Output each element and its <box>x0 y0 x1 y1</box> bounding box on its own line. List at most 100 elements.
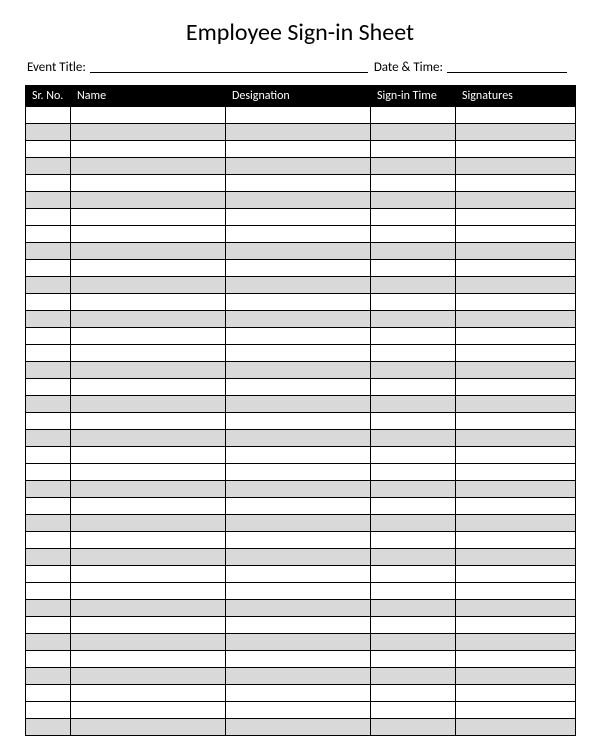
table-cell[interactable] <box>456 192 576 209</box>
table-cell[interactable] <box>371 702 456 719</box>
table-cell[interactable] <box>26 651 71 668</box>
table-cell[interactable] <box>456 651 576 668</box>
table-cell[interactable] <box>26 277 71 294</box>
table-cell[interactable] <box>456 209 576 226</box>
table-cell[interactable] <box>226 294 371 311</box>
table-cell[interactable] <box>371 311 456 328</box>
table-cell[interactable] <box>71 396 226 413</box>
table-cell[interactable] <box>71 532 226 549</box>
table-cell[interactable] <box>71 226 226 243</box>
table-cell[interactable] <box>26 583 71 600</box>
table-cell[interactable] <box>371 651 456 668</box>
table-cell[interactable] <box>26 260 71 277</box>
table-cell[interactable] <box>371 124 456 141</box>
table-cell[interactable] <box>71 141 226 158</box>
table-cell[interactable] <box>71 243 226 260</box>
table-cell[interactable] <box>456 362 576 379</box>
table-cell[interactable] <box>456 328 576 345</box>
table-cell[interactable] <box>456 447 576 464</box>
table-cell[interactable] <box>226 532 371 549</box>
table-cell[interactable] <box>226 668 371 685</box>
table-cell[interactable] <box>371 294 456 311</box>
table-cell[interactable] <box>226 464 371 481</box>
table-cell[interactable] <box>71 294 226 311</box>
table-cell[interactable] <box>71 651 226 668</box>
table-cell[interactable] <box>71 447 226 464</box>
table-cell[interactable] <box>371 362 456 379</box>
table-cell[interactable] <box>26 549 71 566</box>
table-cell[interactable] <box>226 260 371 277</box>
table-cell[interactable] <box>26 124 71 141</box>
table-cell[interactable] <box>371 617 456 634</box>
table-cell[interactable] <box>226 515 371 532</box>
table-cell[interactable] <box>226 345 371 362</box>
table-cell[interactable] <box>26 396 71 413</box>
table-cell[interactable] <box>26 668 71 685</box>
table-cell[interactable] <box>71 464 226 481</box>
table-cell[interactable] <box>371 685 456 702</box>
table-cell[interactable] <box>71 192 226 209</box>
table-cell[interactable] <box>371 260 456 277</box>
table-cell[interactable] <box>226 175 371 192</box>
table-cell[interactable] <box>71 362 226 379</box>
table-cell[interactable] <box>226 634 371 651</box>
table-cell[interactable] <box>226 396 371 413</box>
table-cell[interactable] <box>371 328 456 345</box>
table-cell[interactable] <box>26 141 71 158</box>
table-cell[interactable] <box>456 243 576 260</box>
table-cell[interactable] <box>226 158 371 175</box>
table-cell[interactable] <box>456 566 576 583</box>
table-cell[interactable] <box>71 124 226 141</box>
table-cell[interactable] <box>226 617 371 634</box>
datetime-field[interactable] <box>447 59 567 73</box>
table-cell[interactable] <box>226 107 371 124</box>
table-cell[interactable] <box>371 464 456 481</box>
table-cell[interactable] <box>456 226 576 243</box>
table-cell[interactable] <box>226 141 371 158</box>
table-cell[interactable] <box>26 311 71 328</box>
table-cell[interactable] <box>71 175 226 192</box>
table-cell[interactable] <box>71 158 226 175</box>
table-cell[interactable] <box>26 566 71 583</box>
table-cell[interactable] <box>26 464 71 481</box>
table-cell[interactable] <box>26 226 71 243</box>
table-cell[interactable] <box>371 549 456 566</box>
table-cell[interactable] <box>71 668 226 685</box>
event-title-field[interactable] <box>90 59 368 73</box>
table-cell[interactable] <box>371 175 456 192</box>
table-cell[interactable] <box>226 311 371 328</box>
table-cell[interactable] <box>26 294 71 311</box>
table-cell[interactable] <box>226 481 371 498</box>
table-cell[interactable] <box>26 243 71 260</box>
table-cell[interactable] <box>226 600 371 617</box>
table-cell[interactable] <box>371 430 456 447</box>
table-cell[interactable] <box>226 243 371 260</box>
table-cell[interactable] <box>371 192 456 209</box>
table-cell[interactable] <box>371 566 456 583</box>
table-cell[interactable] <box>26 158 71 175</box>
table-cell[interactable] <box>226 413 371 430</box>
table-cell[interactable] <box>456 294 576 311</box>
table-cell[interactable] <box>26 328 71 345</box>
table-cell[interactable] <box>371 379 456 396</box>
table-cell[interactable] <box>26 175 71 192</box>
table-cell[interactable] <box>456 515 576 532</box>
table-cell[interactable] <box>226 702 371 719</box>
table-cell[interactable] <box>26 413 71 430</box>
table-cell[interactable] <box>71 583 226 600</box>
table-cell[interactable] <box>71 549 226 566</box>
table-cell[interactable] <box>226 719 371 736</box>
table-cell[interactable] <box>456 107 576 124</box>
table-cell[interactable] <box>71 430 226 447</box>
table-cell[interactable] <box>26 634 71 651</box>
table-cell[interactable] <box>456 481 576 498</box>
table-cell[interactable] <box>371 532 456 549</box>
table-cell[interactable] <box>456 141 576 158</box>
table-cell[interactable] <box>371 481 456 498</box>
table-cell[interactable] <box>226 277 371 294</box>
table-cell[interactable] <box>226 226 371 243</box>
table-cell[interactable] <box>26 515 71 532</box>
table-cell[interactable] <box>26 192 71 209</box>
table-cell[interactable] <box>456 464 576 481</box>
table-cell[interactable] <box>456 158 576 175</box>
